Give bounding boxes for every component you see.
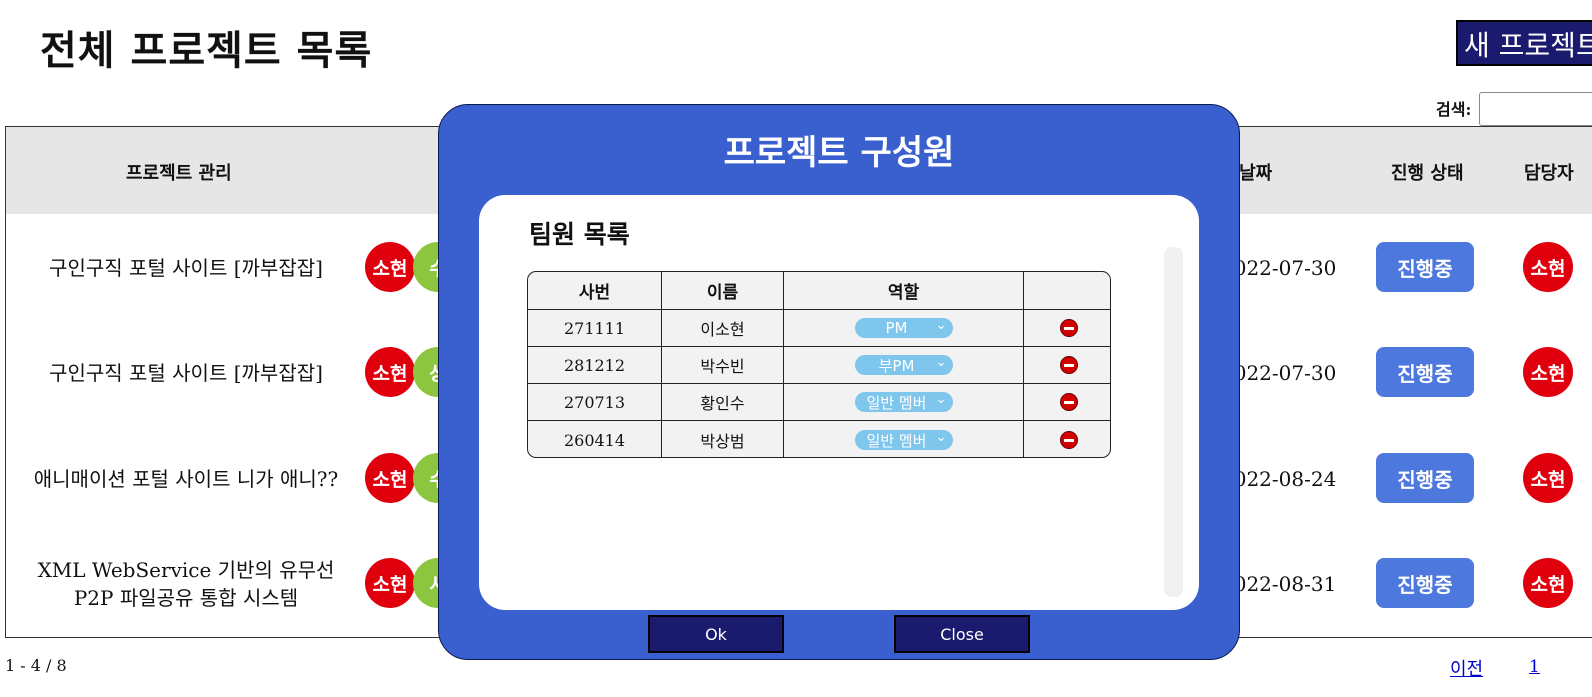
status-button[interactable]: 진행중: [1376, 558, 1474, 608]
minus-circle-icon[interactable]: [1060, 319, 1078, 337]
column-header-action: [1024, 272, 1110, 310]
member-action-cell: [1024, 384, 1110, 421]
status-button[interactable]: 진행중: [1376, 347, 1474, 397]
new-project-button[interactable]: 새 프로젝트: [1456, 20, 1592, 66]
pagination-info: 1 - 4 / 8: [5, 656, 67, 675]
project-name[interactable]: 구인구직 포털 사이트 [까부잡잡]: [16, 254, 356, 282]
chevron-down-icon: ⌄: [935, 430, 947, 445]
minus-circle-icon[interactable]: [1060, 393, 1078, 411]
status-button[interactable]: 진행중: [1376, 453, 1474, 503]
role-select[interactable]: PM ⌄: [854, 318, 953, 338]
manager-avatar: 소현: [1523, 558, 1573, 608]
member-avatar: 소현: [365, 347, 415, 397]
role-select[interactable]: 부PM ⌄: [854, 355, 953, 375]
member-name: 박수빈: [662, 347, 784, 384]
member-name: 박상범: [662, 421, 784, 457]
chevron-down-icon: ⌄: [935, 318, 947, 333]
manager-avatar: 소현: [1523, 242, 1573, 292]
ok-button[interactable]: Ok: [648, 615, 784, 653]
manager-avatar: 소현: [1523, 347, 1573, 397]
close-button[interactable]: Close: [894, 615, 1030, 653]
role-select-value: PM: [885, 319, 908, 337]
chevron-down-icon: ⌄: [935, 392, 947, 407]
search-input[interactable]: [1479, 92, 1592, 126]
minus-circle-icon[interactable]: [1060, 356, 1078, 374]
member-avatar: 소현: [365, 558, 415, 608]
member-action-cell: [1024, 421, 1110, 457]
manager-avatar: 소현: [1523, 453, 1573, 503]
member-action-cell: [1024, 310, 1110, 347]
member-id: 271111: [528, 310, 662, 347]
member-role-cell: 일반 멤버 ⌄: [784, 384, 1024, 421]
minus-circle-icon[interactable]: [1060, 431, 1078, 449]
page-title: 전체 프로젝트 목록: [40, 27, 373, 74]
modal-body: 팀원 목록 사번 이름 역할 271111 이소현 PM ⌄ 281212 박수빈…: [479, 195, 1199, 610]
member-role-cell: PM ⌄: [784, 310, 1024, 347]
member-avatar: 소현: [365, 242, 415, 292]
modal-title: 프로젝트 구성원: [723, 133, 955, 173]
member-id: 270713: [528, 384, 662, 421]
role-select-value: 부PM: [878, 356, 915, 375]
member-role-cell: 부PM ⌄: [784, 347, 1024, 384]
role-select-value: 일반 멤버: [866, 393, 927, 412]
member-avatar: 소현: [365, 453, 415, 503]
column-header-manager: 담당자: [1524, 163, 1574, 184]
role-select-value: 일반 멤버: [866, 431, 927, 450]
column-header-status: 진행 상태: [1391, 163, 1464, 184]
project-name[interactable]: 구인구직 포털 사이트 [까부잡잡]: [16, 359, 356, 387]
role-select[interactable]: 일반 멤버 ⌄: [854, 392, 953, 412]
column-header-project: 프로젝트 관리: [126, 163, 232, 184]
member-name: 이소현: [662, 310, 784, 347]
team-member-table: 사번 이름 역할 271111 이소현 PM ⌄ 281212 박수빈 부PM ⌄: [527, 271, 1111, 458]
role-select[interactable]: 일반 멤버 ⌄: [854, 430, 953, 450]
page-1-link[interactable]: 1: [1529, 657, 1540, 677]
member-id: 281212: [528, 347, 662, 384]
column-header-role: 역할: [784, 272, 1024, 310]
member-action-cell: [1024, 347, 1110, 384]
column-header-id: 사번: [528, 272, 662, 310]
member-id: 260414: [528, 421, 662, 457]
modal-scrollbar[interactable]: [1164, 247, 1183, 597]
project-members-modal: 프로젝트 구성원 팀원 목록 사번 이름 역할 271111 이소현 PM ⌄ 2…: [438, 104, 1240, 660]
team-list-title: 팀원 목록: [529, 220, 630, 249]
chevron-down-icon: ⌄: [935, 355, 947, 370]
member-name: 황인수: [662, 384, 784, 421]
status-button[interactable]: 진행중: [1376, 242, 1474, 292]
column-header-name: 이름: [662, 272, 784, 310]
search-label: 검색:: [1436, 100, 1472, 119]
prev-page-link[interactable]: 이전: [1450, 655, 1483, 681]
project-name[interactable]: 애니매이션 포털 사이트 니가 애니??: [16, 465, 356, 493]
member-role-cell: 일반 멤버 ⌄: [784, 421, 1024, 457]
project-name[interactable]: XML WebService 기반의 유무선 P2P 파일공유 통합 시스템: [16, 556, 356, 612]
